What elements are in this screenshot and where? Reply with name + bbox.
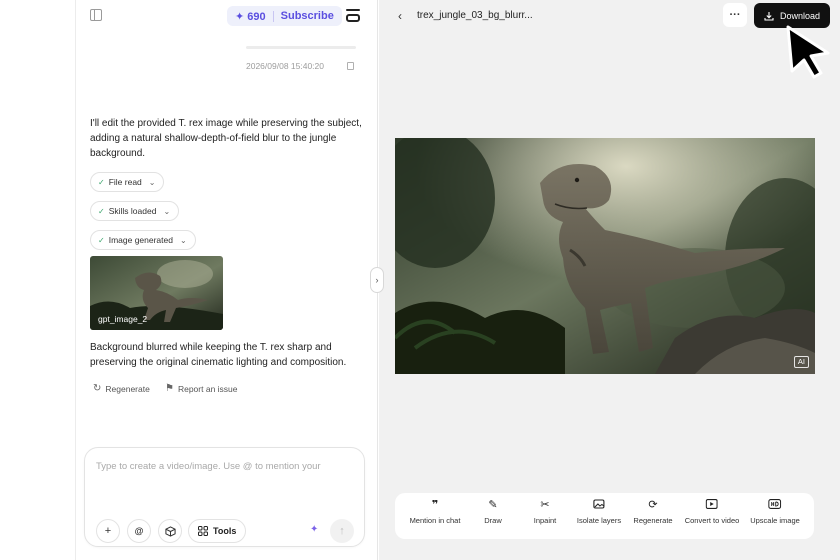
regenerate-button[interactable]: ↻ Regenerate	[93, 383, 150, 394]
credits-count: ✦ 690	[235, 10, 266, 23]
chevron-down-icon: ⌄	[179, 235, 187, 245]
credits-divider	[272, 10, 274, 22]
step-label: File read	[108, 177, 142, 187]
play-icon	[706, 499, 718, 511]
sidebar-toggle-icon[interactable]	[90, 9, 102, 21]
tool-regenerate[interactable]: ⟳ Regenerate	[633, 499, 672, 525]
prompt-input[interactable]: Type to create a video/image. Use @ to m…	[96, 461, 321, 472]
download-label: Download	[780, 10, 821, 21]
plus-icon: +	[104, 525, 112, 537]
add-attachment-button[interactable]: +	[96, 519, 120, 543]
chevron-right-icon: ›	[375, 275, 379, 285]
chevron-down-icon: ⌄	[163, 206, 171, 216]
step-chip-file-read[interactable]: ✓ File read ⌄	[90, 172, 165, 192]
tool-inpaint[interactable]: ✂ Inpaint	[534, 499, 557, 525]
prompt-composer[interactable]: Type to create a video/image. Use @ to m…	[84, 447, 365, 547]
tool-label: Convert to video	[684, 516, 740, 525]
image-toolbar: ❞ Mention in chat ✎ Draw ✂ Inpaint Isola…	[395, 493, 814, 539]
arrow-up-icon: ↑	[339, 525, 345, 537]
tools-label: Tools	[213, 526, 237, 536]
tool-isolate-layers[interactable]: Isolate layers	[577, 499, 621, 525]
copy-icon[interactable]	[347, 62, 354, 70]
tool-upscale-image[interactable]: Upscale image	[750, 499, 800, 525]
layers-image-icon	[593, 499, 605, 511]
credits-pill[interactable]: ✦ 690 Subscribe	[227, 6, 342, 26]
step-label: Image generated	[108, 235, 173, 245]
tool-label: Inpaint	[533, 516, 557, 525]
sparkle-icon[interactable]: ✦	[310, 524, 318, 535]
refresh-icon: ⟳	[648, 499, 658, 511]
regenerate-label: Regenerate	[105, 383, 150, 394]
thumbnail-label: gpt_image_2	[98, 314, 148, 324]
tool-label: Regenerate	[633, 516, 673, 525]
more-options-button[interactable]: ···	[723, 3, 747, 27]
download-icon	[764, 11, 774, 21]
tool-label: Draw	[484, 516, 502, 525]
assistant-result-text: Background blurred while keeping the T. …	[90, 342, 347, 368]
tool-convert-to-video[interactable]: Convert to video	[684, 499, 740, 525]
model-button[interactable]	[158, 519, 182, 543]
tool-label: Upscale image	[750, 516, 800, 525]
flag-icon: ⚑	[165, 383, 174, 394]
message-timestamp: 2026/09/08 15:40:20	[246, 61, 324, 71]
grid-icon	[198, 526, 208, 536]
tool-label: Mention in chat	[409, 516, 461, 525]
history-stack-icon[interactable]	[346, 9, 360, 22]
step-chip-image-generated[interactable]: ✓ Image generated ⌄	[90, 230, 196, 250]
main-image-canvas[interactable]: AI	[395, 138, 815, 374]
assistant-intro-text: I'll edit the provided T. rex image whil…	[90, 118, 362, 159]
at-icon: @	[134, 526, 144, 536]
canvas-panel: ‹ trex_jungle_03_bg_blurr... ··· Downloa…	[379, 0, 840, 560]
step-chip-skills-loaded[interactable]: ✓ Skills loaded ⌄	[90, 201, 180, 221]
chevron-down-icon: ⌄	[148, 177, 156, 187]
scissors-icon: ✂	[540, 499, 550, 511]
refresh-icon: ↻	[93, 383, 102, 394]
mention-button[interactable]: @	[127, 519, 151, 543]
previous-message-bubble	[246, 46, 356, 49]
mouse-cursor-icon	[786, 25, 830, 79]
cube-icon	[164, 525, 176, 537]
report-issue-button[interactable]: ⚑ Report an issue	[165, 383, 238, 394]
send-button[interactable]: ↑	[330, 519, 354, 543]
ai-badge: AI	[793, 356, 809, 368]
check-icon: ✓	[98, 206, 105, 216]
tool-mention-in-chat[interactable]: ❞ Mention in chat	[410, 499, 461, 525]
back-chevron-icon[interactable]: ‹	[398, 9, 402, 23]
tools-button[interactable]: Tools	[188, 519, 247, 543]
hd-icon	[768, 499, 782, 511]
subscribe-link[interactable]: Subscribe	[281, 10, 334, 22]
tool-label: Isolate layers	[576, 516, 622, 525]
check-icon: ✓	[98, 235, 105, 245]
more-icon: ···	[729, 9, 741, 21]
brush-icon: ✎	[488, 499, 498, 511]
trex-jungle-image	[395, 138, 815, 374]
check-icon: ✓	[98, 177, 105, 187]
generated-image-thumbnail[interactable]: gpt_image_2	[90, 256, 223, 330]
panel-collapse-handle[interactable]: ›	[370, 267, 384, 293]
file-title: trex_jungle_03_bg_blurr...	[417, 10, 533, 21]
chat-panel: ✦ 690 Subscribe 2026/09/08 15:40:20 I'll…	[75, 0, 378, 560]
report-issue-label: Report an issue	[177, 383, 238, 394]
tool-draw[interactable]: ✎ Draw	[484, 499, 502, 525]
quote-icon: ❞	[431, 499, 439, 511]
step-label: Skills loaded	[108, 206, 157, 216]
